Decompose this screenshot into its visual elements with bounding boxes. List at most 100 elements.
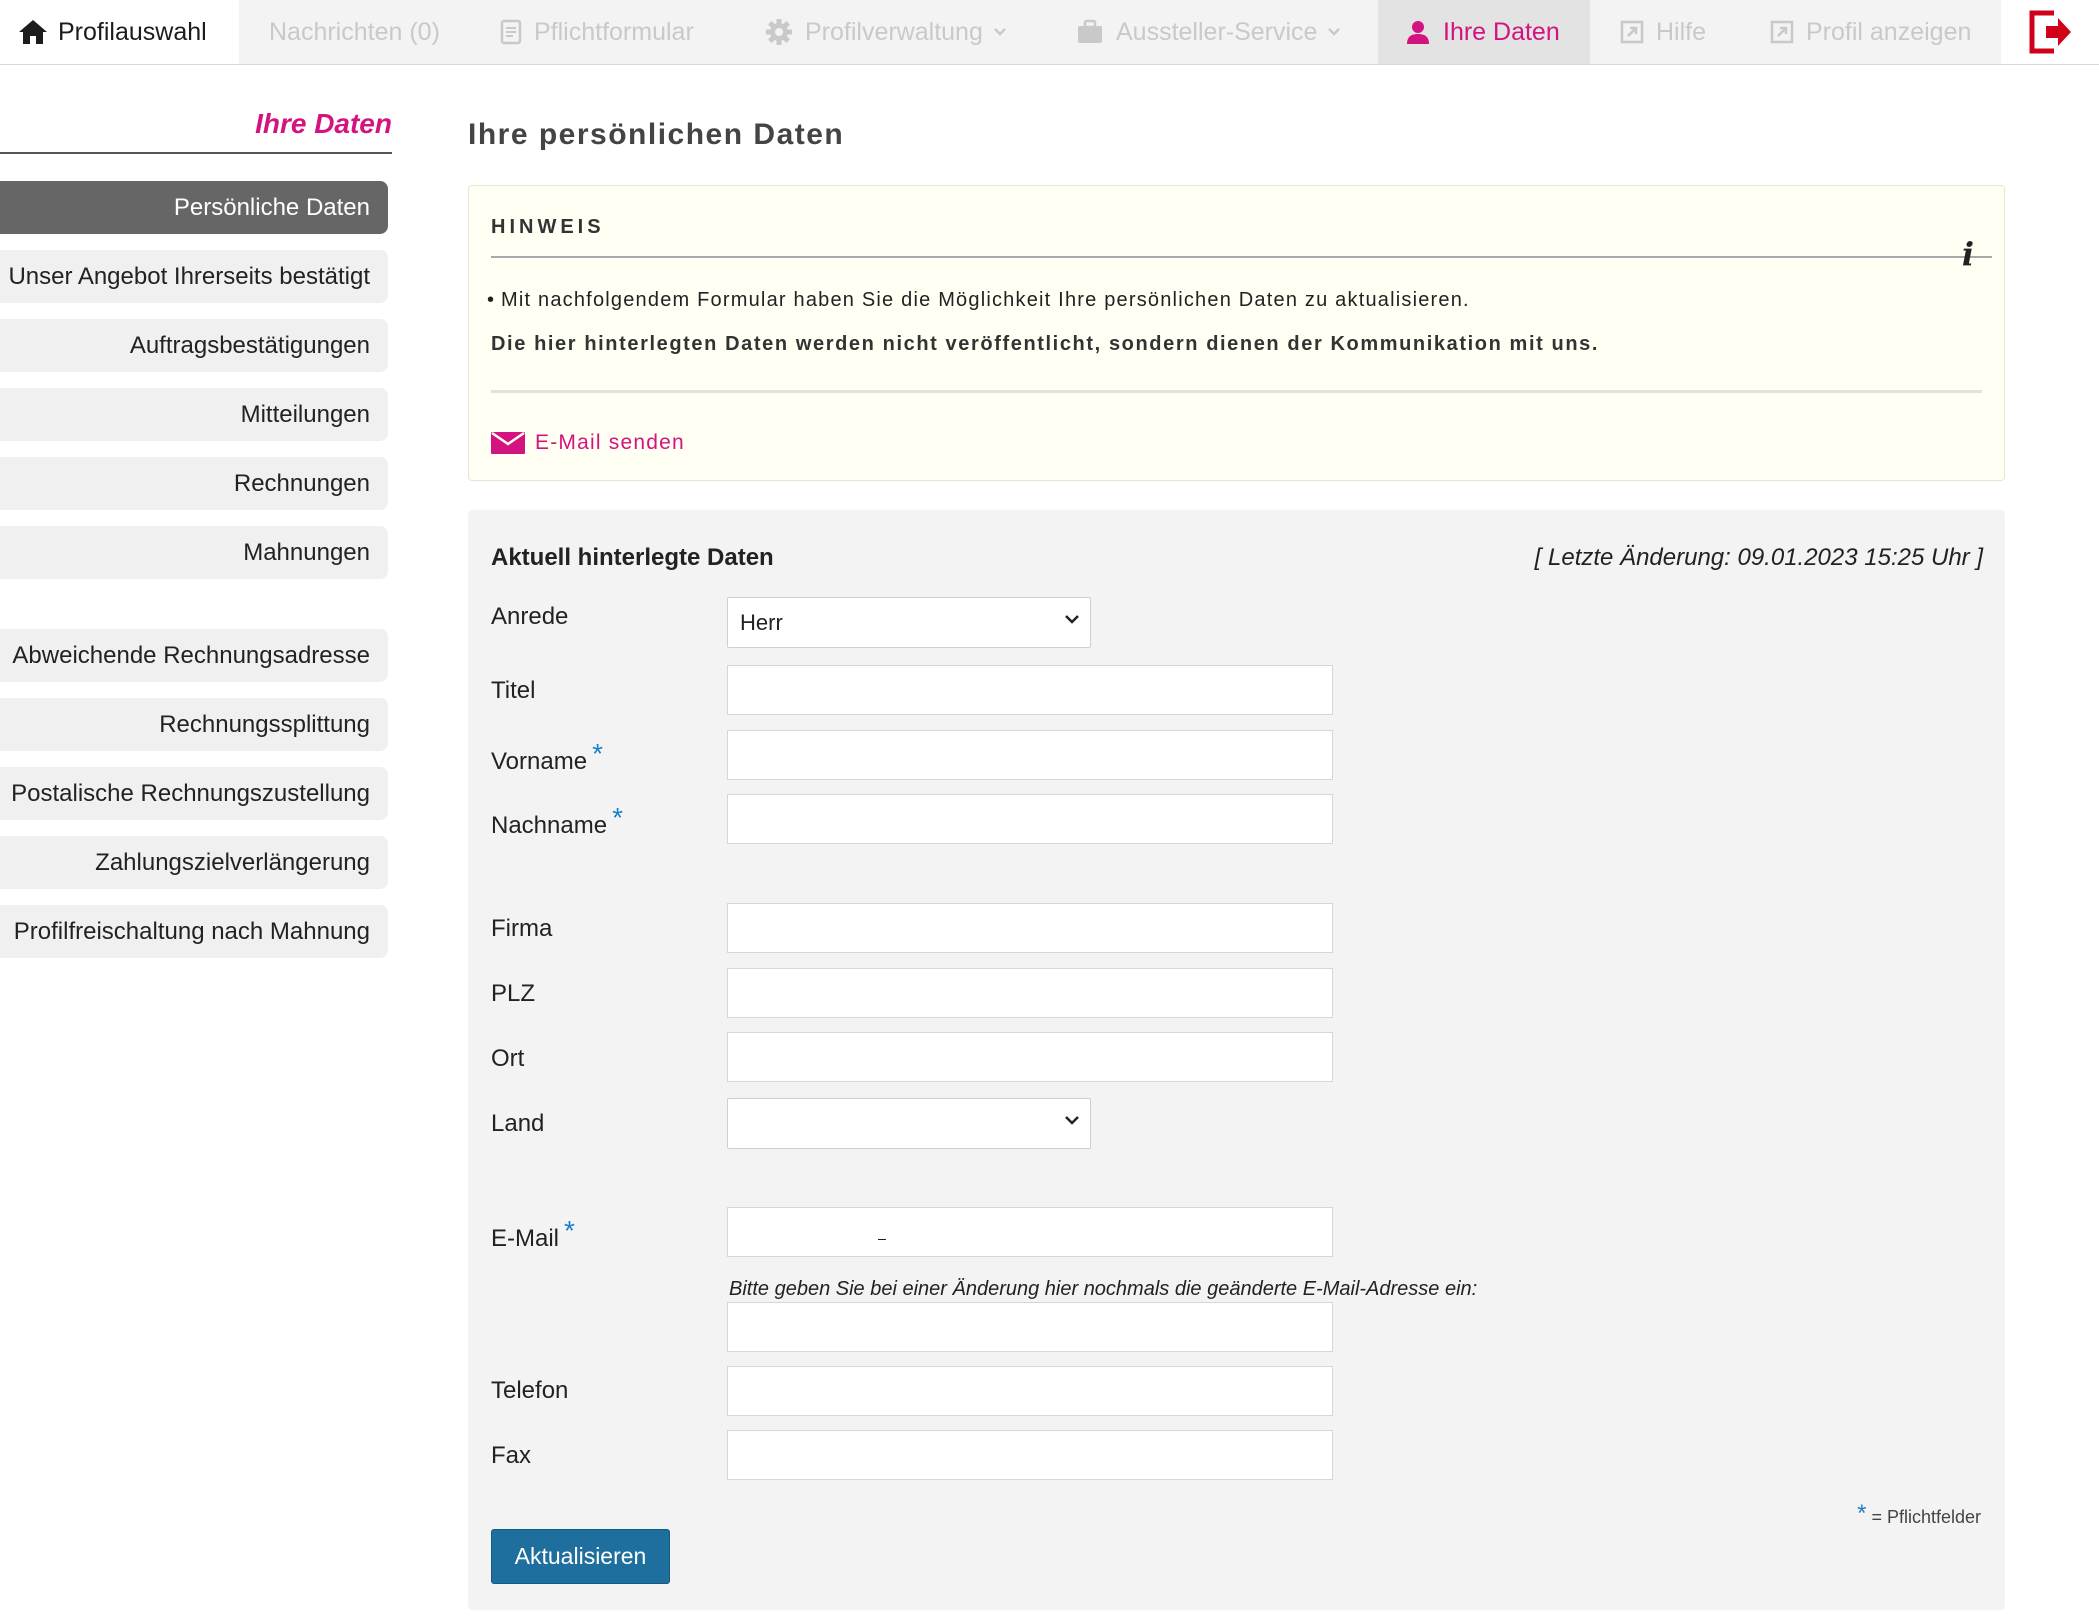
nachname-input[interactable] [727, 794, 1333, 844]
gear-icon [766, 19, 792, 45]
chevron-down-icon [993, 28, 1006, 36]
sidebar-item-label: Mitteilungen [240, 400, 370, 428]
vorname-input[interactable] [727, 730, 1333, 780]
nav-profil-anzeigen-label: Profil anzeigen [1806, 17, 1972, 46]
plz-input[interactable] [727, 968, 1333, 1018]
hint-divider [491, 390, 1982, 393]
sidebar-item-angebot-bestaetigt[interactable]: Unser Angebot Ihrerseits bestätigt [0, 250, 388, 303]
required-mark: * [564, 1215, 575, 1246]
sidebar-item-label: Auftragsbestätigungen [129, 331, 370, 359]
form-title: Aktuell hinterlegte Daten [491, 544, 774, 571]
nav-nachrichten[interactable]: Nachrichten (0) [269, 0, 440, 64]
nav-pflichtformular-label: Pflichtformular [534, 17, 694, 46]
chevron-down-icon [1328, 28, 1341, 36]
sidebar-item-zahlungszielverlaengerung[interactable]: Zahlungszielverlängerung [0, 836, 388, 889]
nav-ihre-daten[interactable]: Ihre Daten [1378, 0, 1590, 64]
nachname-label-text: Nachname [491, 812, 608, 839]
send-email-link[interactable]: E-Mail senden [491, 431, 685, 455]
email-input[interactable] [727, 1207, 1333, 1257]
nav-hilfe-label: Hilfe [1656, 17, 1707, 46]
top-navigation: Profilauswahl Nachrichten (0) Pflichtfor… [0, 0, 2099, 65]
sidebar-item-rechnungen[interactable]: Rechnungen [0, 457, 388, 510]
email-label-text: E-Mail [491, 1225, 560, 1252]
sidebar-item-label: Rechnungen [233, 469, 370, 497]
nav-profilverwaltung-label: Profilverwaltung [805, 17, 983, 46]
document-icon [500, 19, 522, 45]
land-select[interactable] [727, 1098, 1091, 1149]
sidebar-item-rechnungssplittung[interactable]: Rechnungssplittung [0, 698, 388, 751]
nav-aussteller-service-label: Aussteller-Service [1116, 17, 1318, 46]
nav-aussteller-service[interactable]: Aussteller-Service [1076, 0, 1341, 64]
hint-heading-text: HINWEIS [491, 216, 605, 238]
nav-profilverwaltung[interactable]: Profilverwaltung [765, 0, 1007, 64]
sidebar-item-label: Postalische Rechnungszustellung [11, 779, 370, 807]
nav-profilauswahl[interactable]: Profilauswahl [0, 0, 239, 64]
sidebar-item-label: Profilfreischaltung nach Mahnung [13, 917, 370, 945]
hint-bold-note: Die hier hinterlegten Daten werden nicht… [491, 333, 1600, 355]
telefon-label: Telefon [491, 1377, 569, 1404]
titel-label: Titel [491, 677, 536, 704]
firma-input[interactable] [727, 903, 1333, 953]
sidebar-item-abweichende-rechnungsadresse[interactable]: Abweichende Rechnungsadresse [0, 629, 388, 682]
vorname-label: Vorname * [491, 738, 603, 776]
hint-heading: HINWEIS i [491, 216, 1992, 270]
anrede-select[interactable]: Herr [727, 597, 1091, 648]
hint-bullet: Mit nachfolgendem Formular haben Sie die… [487, 289, 1470, 312]
nav-profilauswahl-label: Profilauswahl [58, 17, 207, 46]
sidebar-item-auftragsbestaetigungen[interactable]: Auftragsbestätigungen [0, 319, 388, 372]
sidebar-item-label: Mahnungen [243, 538, 370, 566]
nav-ihre-daten-label: Ihre Daten [1443, 17, 1560, 46]
required-legend-text: = Pflichtfelder [1871, 1507, 1981, 1527]
fax-label: Fax [491, 1442, 532, 1469]
sidebar-item-label: Abweichende Rechnungsadresse [12, 641, 370, 669]
personal-data-form: Aktuell hinterlegte Daten [ Letzte Änder… [468, 510, 2005, 1610]
plz-label: PLZ [491, 980, 536, 1007]
nachname-label: Nachname * [491, 802, 623, 840]
fax-input[interactable] [727, 1430, 1333, 1480]
required-legend: * = Pflichtfelder [1857, 1500, 1981, 1530]
email-label: E-Mail * [491, 1215, 575, 1253]
email-confirm-input[interactable] [727, 1302, 1333, 1352]
anrede-label: Anrede [491, 603, 569, 630]
titel-input[interactable] [727, 665, 1333, 715]
sidebar-item-label: Persönliche Daten [173, 193, 370, 221]
sidebar-item-mahnungen[interactable]: Mahnungen [0, 526, 388, 579]
ort-input[interactable] [727, 1032, 1333, 1082]
sidebar-item-persoenliche-daten[interactable]: Persönliche Daten [0, 181, 388, 234]
sidebar-item-profilfreischaltung[interactable]: Profilfreischaltung nach Mahnung [0, 905, 388, 958]
nav-hilfe[interactable]: Hilfe [1620, 0, 1706, 64]
required-mark: * [1857, 1500, 1867, 1527]
logout-button[interactable] [2001, 0, 2099, 64]
hint-box: HINWEIS i Mit nachfolgendem Formular hab… [468, 185, 2005, 481]
page-title: Ihre persönlichen Daten [468, 118, 845, 151]
logout-icon [2029, 10, 2071, 54]
sidebar-title: Ihre Daten [0, 108, 392, 154]
user-icon [1407, 21, 1429, 44]
chevron-down-icon [1065, 615, 1079, 624]
ort-label: Ort [491, 1045, 525, 1072]
nav-pflichtformular[interactable]: Pflichtformular [500, 0, 694, 64]
sidebar-item-postalische-rechnungszustellung[interactable]: Postalische Rechnungszustellung [0, 767, 388, 820]
sidebar-item-mitteilungen[interactable]: Mitteilungen [0, 388, 388, 441]
last-change-timestamp: [ Letzte Änderung: 09.01.2023 15:25 Uhr … [1534, 544, 1983, 571]
anrede-select-value: Herr [740, 609, 783, 635]
land-label: Land [491, 1110, 545, 1137]
firma-label: Firma [491, 915, 553, 942]
required-mark: * [592, 738, 603, 769]
external-link-icon [1620, 20, 1644, 44]
required-mark: * [612, 802, 623, 833]
update-button[interactable]: Aktualisieren [491, 1529, 670, 1584]
send-email-label: E-Mail senden [535, 431, 685, 454]
email-repeat-note: Bitte geben Sie bei einer Änderung hier … [729, 1278, 1478, 1300]
nav-profil-anzeigen[interactable]: Profil anzeigen [1770, 0, 1971, 64]
envelope-icon [491, 432, 525, 454]
telefon-input[interactable] [727, 1366, 1333, 1416]
home-icon [19, 20, 47, 44]
sidebar-item-label: Rechnungssplittung [159, 710, 370, 738]
info-icon: i [1961, 235, 1978, 273]
external-link-icon [1770, 20, 1794, 44]
vorname-label-text: Vorname [491, 748, 588, 775]
briefcase-icon [1078, 19, 1102, 43]
chevron-down-icon [1065, 1116, 1079, 1125]
sidebar-item-label: Zahlungszielverlängerung [95, 848, 370, 876]
